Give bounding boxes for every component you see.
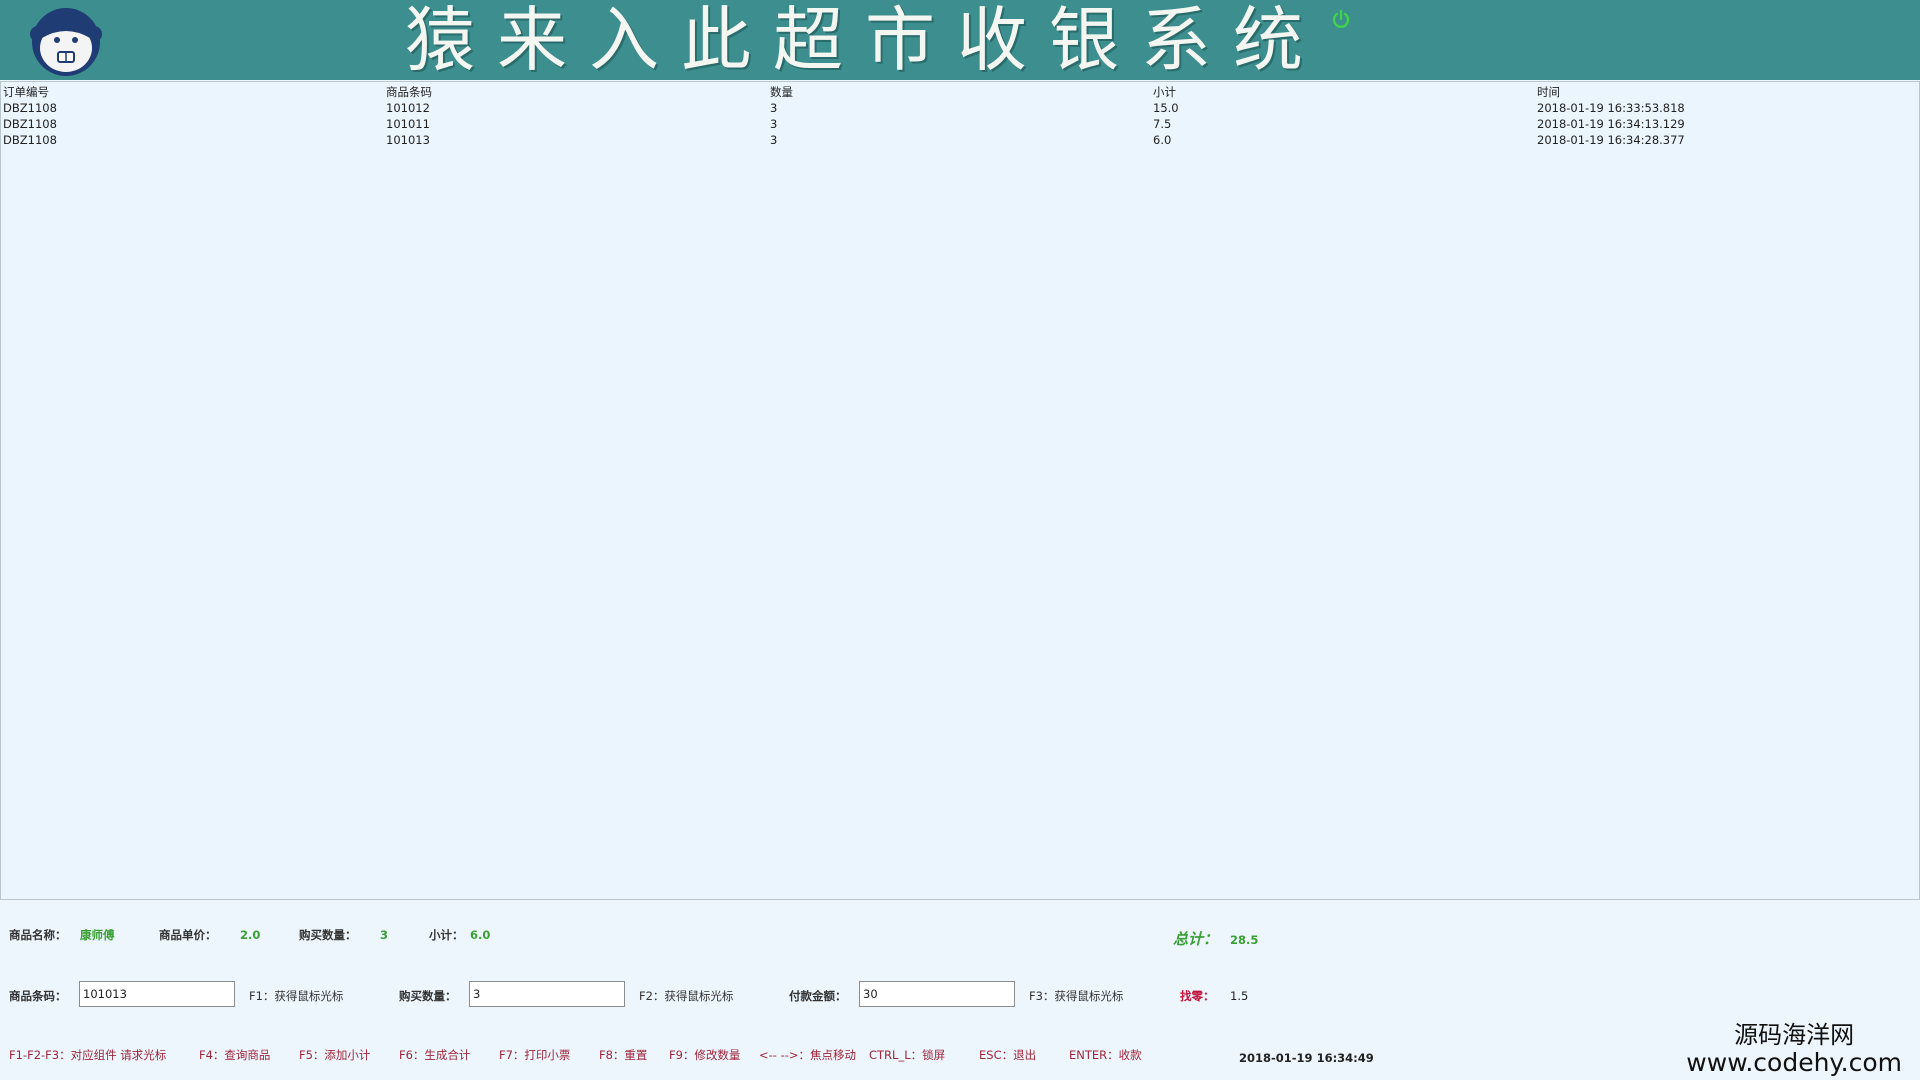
table-row[interactable]: DBZ1108 101012 3 15.0 2018-01-19 16:33:5… (1, 100, 1919, 116)
quantity-cell: 3 (770, 133, 778, 147)
shortcut-hint: F8：重置 (599, 1048, 648, 1062)
unit-price-label: 商品单价： (159, 928, 217, 942)
unit-price-value: 2.0 (240, 928, 261, 942)
column-header: 小计 (1153, 85, 1176, 99)
payment-hint: F3：获得鼠标光标 (1029, 989, 1124, 1003)
order-id-cell: DBZ1108 (3, 133, 57, 147)
table-row[interactable]: DBZ1108 101013 3 6.0 2018-01-19 16:34:28… (1, 132, 1919, 148)
quantity-label: 购买数量： (399, 989, 457, 1003)
shortcut-hint: <-- -->：焦点移动 (759, 1048, 857, 1062)
quantity-cell: 3 (770, 117, 778, 131)
subtotal-cell: 6.0 (1153, 133, 1172, 147)
barcode-hint: F1：获得鼠标光标 (249, 989, 344, 1003)
buy-quantity-label: 购买数量： (299, 928, 357, 942)
column-header: 商品条码 (386, 85, 432, 99)
subtotal-cell: 7.5 (1153, 117, 1172, 131)
shortcut-hint: F5：添加小计 (299, 1048, 371, 1062)
total-label: 总计： (1173, 930, 1219, 948)
app-title: 猿来入此超市收银系统 (405, 0, 1325, 81)
time-cell: 2018-01-19 16:34:13.129 (1537, 117, 1685, 131)
clock: 2018-01-19 16:34:49 (1239, 1051, 1374, 1065)
column-header: 订单编号 (3, 85, 49, 99)
shortcut-hint: F1-F2-F3：对应组件 请求光标 (9, 1048, 167, 1062)
order-id-cell: DBZ1108 (3, 101, 57, 115)
shortcut-hint: F6：生成合计 (399, 1048, 471, 1062)
power-icon[interactable] (1332, 10, 1350, 28)
shortcut-hint: F9：修改数量 (669, 1048, 741, 1062)
payment-input[interactable] (859, 981, 1015, 1007)
order-table[interactable]: 订单编号 商品条码 数量 小计 时间 DBZ1108 101012 3 15.0… (0, 81, 1920, 900)
shortcut-hint: ENTER：收款 (1069, 1048, 1142, 1062)
subtotal-value: 6.0 (470, 928, 491, 942)
app-header: 猿来入此超市收银系统 (0, 0, 1920, 80)
payment-label: 付款金额： (789, 989, 847, 1003)
column-header: 数量 (770, 85, 793, 99)
product-name-label: 商品名称： (9, 928, 67, 942)
watermark: 源码海洋网 www.codehy.com (1686, 1021, 1902, 1077)
barcode-cell: 101011 (386, 117, 430, 131)
shortcut-hint: ESC：退出 (979, 1048, 1037, 1062)
subtotal-cell: 15.0 (1153, 101, 1179, 115)
watermark-url: www.codehy.com (1686, 1048, 1902, 1077)
buy-quantity-value: 3 (380, 928, 389, 942)
monkey-logo-icon (30, 8, 102, 76)
subtotal-label: 小计： (429, 928, 464, 942)
table-header: 订单编号 商品条码 数量 小计 时间 (1, 84, 1919, 100)
quantity-cell: 3 (770, 101, 778, 115)
change-value: 1.5 (1230, 989, 1249, 1003)
time-cell: 2018-01-19 16:34:28.377 (1537, 133, 1685, 147)
shortcut-hint: F4：查询商品 (199, 1048, 271, 1062)
shortcut-hint: CTRL_L：锁屏 (869, 1048, 946, 1062)
time-cell: 2018-01-19 16:33:53.818 (1537, 101, 1685, 115)
total-value: 28.5 (1230, 933, 1259, 947)
barcode-cell: 101013 (386, 133, 430, 147)
order-id-cell: DBZ1108 (3, 117, 57, 131)
quantity-hint: F2：获得鼠标光标 (639, 989, 734, 1003)
product-name-value: 康师傅 (80, 928, 115, 942)
quantity-input[interactable] (469, 981, 625, 1007)
table-row[interactable]: DBZ1108 101011 3 7.5 2018-01-19 16:34:13… (1, 116, 1919, 132)
change-label: 找零： (1180, 989, 1215, 1003)
shortcut-hint: F7：打印小票 (499, 1048, 571, 1062)
watermark-title: 源码海洋网 (1734, 1021, 1855, 1049)
barcode-input[interactable] (79, 981, 235, 1007)
barcode-cell: 101012 (386, 101, 430, 115)
barcode-label: 商品条码： (9, 989, 67, 1003)
column-header: 时间 (1537, 85, 1560, 99)
